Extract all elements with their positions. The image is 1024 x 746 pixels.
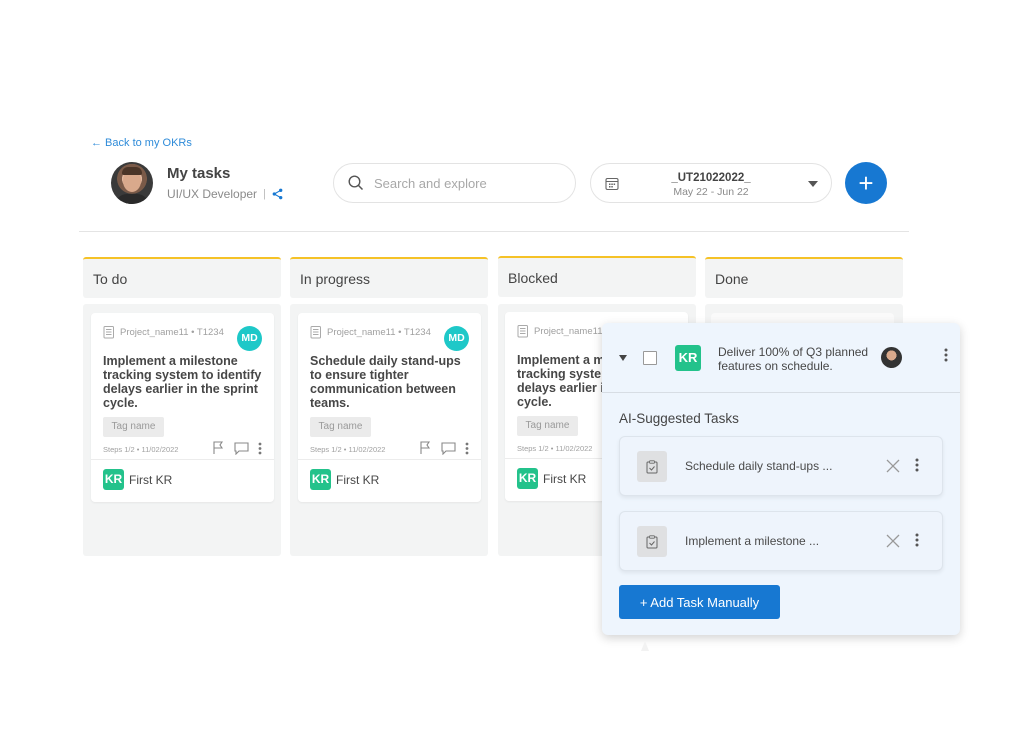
ai-suggestions-panel: KR Deliver 100% of Q3 planned features o… [602, 323, 960, 635]
assignee-avatar: MD [237, 326, 262, 351]
column-header-in-progress: In progress [290, 257, 488, 298]
task-list-icon [517, 325, 528, 338]
kr-badge: KR [310, 469, 331, 490]
task-description: Implement a milestone tracking system to… [103, 354, 262, 410]
search-input[interactable] [374, 175, 554, 191]
search-icon [348, 175, 364, 191]
task-card[interactable]: Project_name11 • T1234 MD Schedule daily… [298, 313, 481, 502]
close-icon[interactable] [885, 458, 901, 474]
period-range: May 22 - Jun 22 [673, 186, 749, 198]
close-icon[interactable] [885, 533, 901, 549]
user-role: UI/UX Developer [167, 187, 258, 201]
header-divider [79, 231, 909, 232]
suggested-task-title: Schedule daily stand-ups ... [685, 459, 833, 473]
page-title: My tasks [167, 165, 231, 182]
task-list-icon [103, 326, 114, 339]
task-steps: Steps 1/2 • 11/02/2022 [517, 444, 593, 453]
collapse-caret-icon[interactable] [619, 355, 627, 361]
share-icon[interactable] [272, 188, 283, 200]
comment-icon[interactable] [234, 441, 249, 455]
task-steps: Steps 1/2 • 11/02/2022 [310, 445, 386, 454]
separator: | [263, 188, 266, 200]
suggested-task[interactable]: Schedule daily stand-ups ... [619, 436, 943, 496]
task-description: Schedule daily stand-ups to ensure tight… [310, 354, 461, 410]
more-vert-icon[interactable] [944, 348, 948, 362]
search-box[interactable] [333, 163, 576, 203]
more-vert-icon[interactable] [258, 442, 262, 455]
chevron-down-icon [808, 181, 818, 187]
task-steps: Steps 1/2 • 11/02/2022 [103, 445, 179, 454]
back-to-okrs-link[interactable]: ← Back to my OKRs [91, 137, 192, 149]
section-title: AI-Suggested Tasks [619, 411, 739, 426]
project-id: Project_name11 • T1234 [327, 327, 431, 338]
kr-badge: KR [675, 345, 701, 371]
comment-icon[interactable] [441, 441, 456, 455]
objective-row: KR Deliver 100% of Q3 planned features o… [602, 323, 960, 393]
key-result-link[interactable]: KR First KR [517, 468, 586, 489]
more-vert-icon[interactable] [915, 533, 919, 547]
suggested-task-title: Implement a milestone ... [685, 534, 820, 548]
flag-icon[interactable] [419, 441, 432, 455]
project-id: Project_name11 [534, 326, 603, 337]
suggested-task[interactable]: Implement a milestone ... [619, 511, 943, 571]
period-selector[interactable]: _UT21022022_ May 22 - Jun 22 [590, 163, 832, 203]
tag-chip[interactable]: Tag name [103, 417, 164, 437]
task-card[interactable]: Project_name11 • T1234 MD Implement a mi… [91, 313, 274, 502]
objective-checkbox[interactable] [643, 351, 657, 365]
tag-chip[interactable]: Tag name [517, 416, 578, 436]
period-name: _UT21022022_ [671, 172, 751, 184]
clipboard-check-icon [637, 451, 667, 482]
user-role-row: UI/UX Developer | [167, 187, 283, 201]
key-result-link[interactable]: KR First KR [103, 469, 172, 490]
kr-label: First KR [129, 472, 173, 487]
more-vert-icon[interactable] [465, 442, 469, 455]
key-result-link[interactable]: KR First KR [310, 469, 379, 490]
kr-label: First KR [543, 471, 587, 486]
column-header-blocked: Blocked [498, 256, 696, 297]
add-task-manually-button[interactable]: + Add Task Manually [619, 585, 780, 619]
column-header-done: Done [705, 257, 903, 298]
owner-avatar [881, 347, 902, 368]
more-vert-icon[interactable] [915, 458, 919, 472]
mouse-cursor-icon [641, 641, 649, 651]
assignee-avatar: MD [444, 326, 469, 351]
column-header-todo: To do [83, 257, 281, 298]
add-button[interactable]: + [845, 162, 887, 204]
kr-label: First KR [336, 472, 380, 487]
kr-badge: KR [517, 468, 538, 489]
flag-icon[interactable] [212, 441, 225, 455]
kr-badge: KR [103, 469, 124, 490]
objective-title: Deliver 100% of Q3 planned features on s… [718, 345, 869, 373]
tag-chip[interactable]: Tag name [310, 417, 371, 437]
clipboard-check-icon [637, 526, 667, 557]
task-list-icon [310, 326, 321, 339]
user-avatar [111, 162, 153, 204]
project-id: Project_name11 • T1234 [120, 327, 224, 338]
